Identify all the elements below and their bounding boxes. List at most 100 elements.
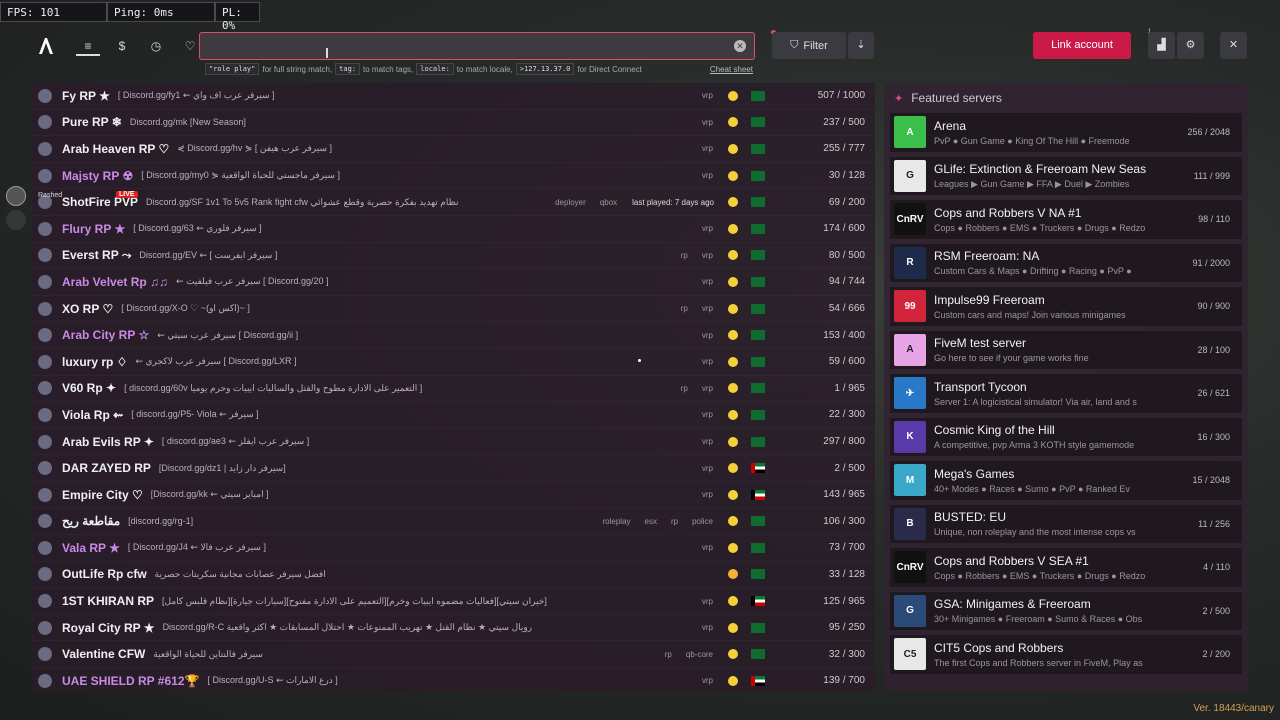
country-flag-icon (751, 463, 765, 474)
featured-server-card[interactable]: A FiveM test server Go here to see if yo… (890, 330, 1242, 369)
server-name: Valentine CFW (62, 647, 146, 662)
player-count: 2 / 500 (834, 462, 865, 474)
sort-icon: ⇣ (856, 39, 866, 51)
search-bar: ✕ (199, 32, 755, 60)
server-tag: vrp (701, 224, 713, 234)
server-tag: rp (664, 649, 672, 659)
featured-server-card[interactable]: ✈ Transport Tycoon Server 1: A logicisti… (890, 374, 1242, 413)
server-tag: roleplay (602, 516, 631, 526)
server-row[interactable]: XO RP ♡ [ Discord.gg/X-O ♡ ~(اكس او)~ ] … (32, 296, 875, 323)
featured-server-card[interactable]: 99 Impulse99 Freeroam Custom cars and ma… (890, 287, 1242, 326)
filter-icon: ⛉ (790, 39, 799, 51)
featured-servers-panel: ✦ Featured servers A Arena PvP ● Gun Gam… (884, 83, 1248, 691)
server-row[interactable]: V60 Rp ✦ [ discord.gg/60v التعمير على ال… (32, 376, 875, 403)
notifications-button[interactable]: ▟ (1148, 32, 1175, 59)
server-row[interactable]: Arab Evils RP ✦ [ discord.gg/ae3 ⇜ سيرفر… (32, 429, 875, 456)
cheat-sheet-link[interactable]: Cheat sheet (710, 65, 753, 74)
server-row[interactable]: Pure RP ❄ Discord.gg/mk [New Season] vrp… (32, 110, 875, 137)
featured-server-card[interactable]: M Mega's Games 40+ Modes ● Races ● Sumo … (890, 461, 1242, 500)
server-description: [ Discord.gg/U-S ⇜ درع الامارات ] (207, 675, 338, 686)
close-button[interactable]: ✕ (1220, 32, 1247, 59)
server-tag: vrp (701, 277, 713, 287)
sun-icon (728, 303, 738, 314)
server-row[interactable]: Everst RP ⤳ Discord.gg/EV ⇜ [ سيرفر ايفر… (32, 243, 875, 270)
server-description: [Discord.gg/dz1 | سيرفر دار زايد] (158, 462, 286, 473)
server-name: Pure RP ❄ (62, 115, 122, 130)
server-icon (38, 567, 52, 582)
sort-button[interactable]: ⇣ (848, 32, 874, 59)
featured-server-card[interactable]: G GLife: Extinction & Freeroam New Seas … (890, 156, 1242, 195)
server-tag: vrp (701, 144, 713, 154)
server-row[interactable]: Arab Heaven RP ♡ ⋞ Discord.gg/hv ⋟ [ سير… (32, 136, 875, 163)
server-row[interactable]: Majsty RP ☢ [ Discord.gg/my0 ⋟ سيرفر ماج… (32, 163, 875, 190)
dollar-icon[interactable]: $ (110, 36, 134, 56)
featured-server-card[interactable]: C5 CIT5 Cops and Robbers The first Cops … (890, 635, 1242, 674)
featured-name: CIT5 Cops and Robbers (934, 640, 1064, 655)
fivem-logo[interactable] (36, 36, 56, 56)
country-flag-icon (751, 436, 765, 447)
hint-text: for Direct Connect (577, 64, 642, 74)
server-row[interactable]: Vala RP ★ [ Discord.gg/J4 ⇜ سيرفر عرب فا… (32, 535, 875, 562)
featured-player-count: 16 / 300 (1197, 431, 1230, 442)
featured-server-card[interactable]: B BUSTED: EU Unique, non roleplay and th… (890, 504, 1242, 543)
server-list: Fy RP ★ [ Discord.gg/fy1 ⇜ سيرفر عرب اف … (32, 83, 875, 691)
list-icon[interactable]: ≡ (76, 36, 100, 56)
server-tag: vrp (701, 117, 713, 127)
country-flag-icon (751, 383, 765, 394)
server-description: افضل سيرفر عصابات مجانية سكربتات حصرية (154, 568, 326, 579)
server-description: [ Discord.gg/my0 ⋟ سيرفر ماجستي للحياة ا… (141, 170, 340, 181)
search-input[interactable] (200, 33, 754, 59)
server-description: [discord.gg/rg-1] (128, 516, 194, 527)
server-row[interactable]: Arab City RP ☆ ⇜ سيرفر عرب سيتي [ Discor… (32, 322, 875, 349)
featured-server-card[interactable]: G GSA: Minigames & Freeroam 30+ Minigame… (890, 591, 1242, 630)
server-logo-text: G (906, 605, 914, 617)
server-row[interactable]: luxury rp ♢ ⇜ سيرفر عرب لاكجري [ Discord… (32, 349, 875, 376)
player-count: 125 / 965 (823, 595, 865, 607)
server-row[interactable]: OutLife Rp cfw افضل سيرفر عصابات مجانية … (32, 562, 875, 589)
featured-server-card[interactable]: A Arena PvP ● Gun Game ● King Of The Hil… (890, 113, 1242, 152)
server-row[interactable]: ShotFire PVP Discord.gg/SF 1v1 To 5v5 Ra… (32, 189, 875, 216)
server-icon (38, 487, 52, 502)
server-icon (38, 115, 52, 130)
featured-server-card[interactable]: CnRV Cops and Robbers V SEA #1 Cops ● Ro… (890, 548, 1242, 587)
server-row[interactable]: Arab Velvet Rp ♫♫ ⇜ سيرفر عرب فيلفيت [ D… (32, 269, 875, 296)
featured-player-count: 256 / 2048 (1187, 127, 1230, 138)
clear-search-icon[interactable]: ✕ (734, 40, 746, 52)
server-tag: vrp (701, 543, 713, 553)
server-logo: G (894, 159, 926, 192)
server-row[interactable]: مقاطعة ريح [discord.gg/rg-1] roleplay esx… (32, 509, 875, 536)
player-count: 94 / 744 (828, 276, 865, 288)
settings-button[interactable]: ⚙ (1177, 32, 1204, 59)
packet-loss-readout: PL: 0% (215, 2, 260, 32)
player-count: 297 / 800 (823, 436, 865, 448)
server-row[interactable]: Viola Rp ⇜ [ discord.gg/P5- Viola ⇜ سيرف… (32, 402, 875, 429)
country-flag-icon (751, 622, 765, 633)
sun-icon (728, 569, 738, 580)
server-tag: vrp (701, 357, 713, 367)
server-row[interactable]: DAR ZAYED RP [Discord.gg/dz1 | سيرفر دار… (32, 455, 875, 482)
player-count: 22 / 300 (828, 409, 865, 421)
filter-button[interactable]: ⛉ Filter (772, 32, 846, 59)
server-row[interactable]: Flury RP ★ [ Discord.gg/63 ⇜ سيرفر فلوري… (32, 216, 875, 243)
last-played: last played: 7 days ago (632, 197, 714, 207)
featured-server-card[interactable]: K Cosmic King of the Hill A competitive,… (890, 417, 1242, 456)
server-row[interactable]: 1ST KHIRAN RP [نظام قلبس كامل][سيارات جي… (32, 588, 875, 615)
server-logo-text: A (906, 344, 914, 356)
server-tags: roleplay esx rp police (598, 516, 719, 527)
server-logo-text: G (906, 170, 914, 182)
server-row[interactable]: Royal City RP ★ Discord.gg/R-C رويال سيت… (32, 615, 875, 642)
server-row[interactable]: Empire City ♡ [Discord.gg/kk ⇜ امباير سي… (32, 482, 875, 509)
featured-server-card[interactable]: CnRV Cops and Robbers V NA #1 Cops ● Rob… (890, 200, 1242, 239)
server-logo: G (894, 594, 926, 627)
featured-player-count: 4 / 110 (1203, 562, 1230, 573)
server-name: Everst RP ⤳ (62, 247, 132, 262)
server-tags: vrp (697, 436, 718, 447)
server-row[interactable]: UAE SHIELD RP #612🏆 [ Discord.gg/U-S ⇜ د… (32, 668, 875, 691)
server-row[interactable]: Fy RP ★ [ Discord.gg/fy1 ⇜ سيرفر عرب اف … (32, 83, 875, 110)
history-icon[interactable]: ◷ (144, 36, 168, 56)
server-row[interactable]: Valentine CFW سيرفر فالنتاين للحياة الوا… (32, 641, 875, 668)
featured-server-card[interactable]: R RSM Freeroam: NA Custom Cars & Maps ● … (890, 243, 1242, 282)
filter-label: Filter (803, 39, 828, 52)
server-description: [نظام قلبس كامل][سيارات جيارة][التعميم ع… (162, 595, 547, 606)
link-account-button[interactable]: Link account (1033, 32, 1131, 59)
